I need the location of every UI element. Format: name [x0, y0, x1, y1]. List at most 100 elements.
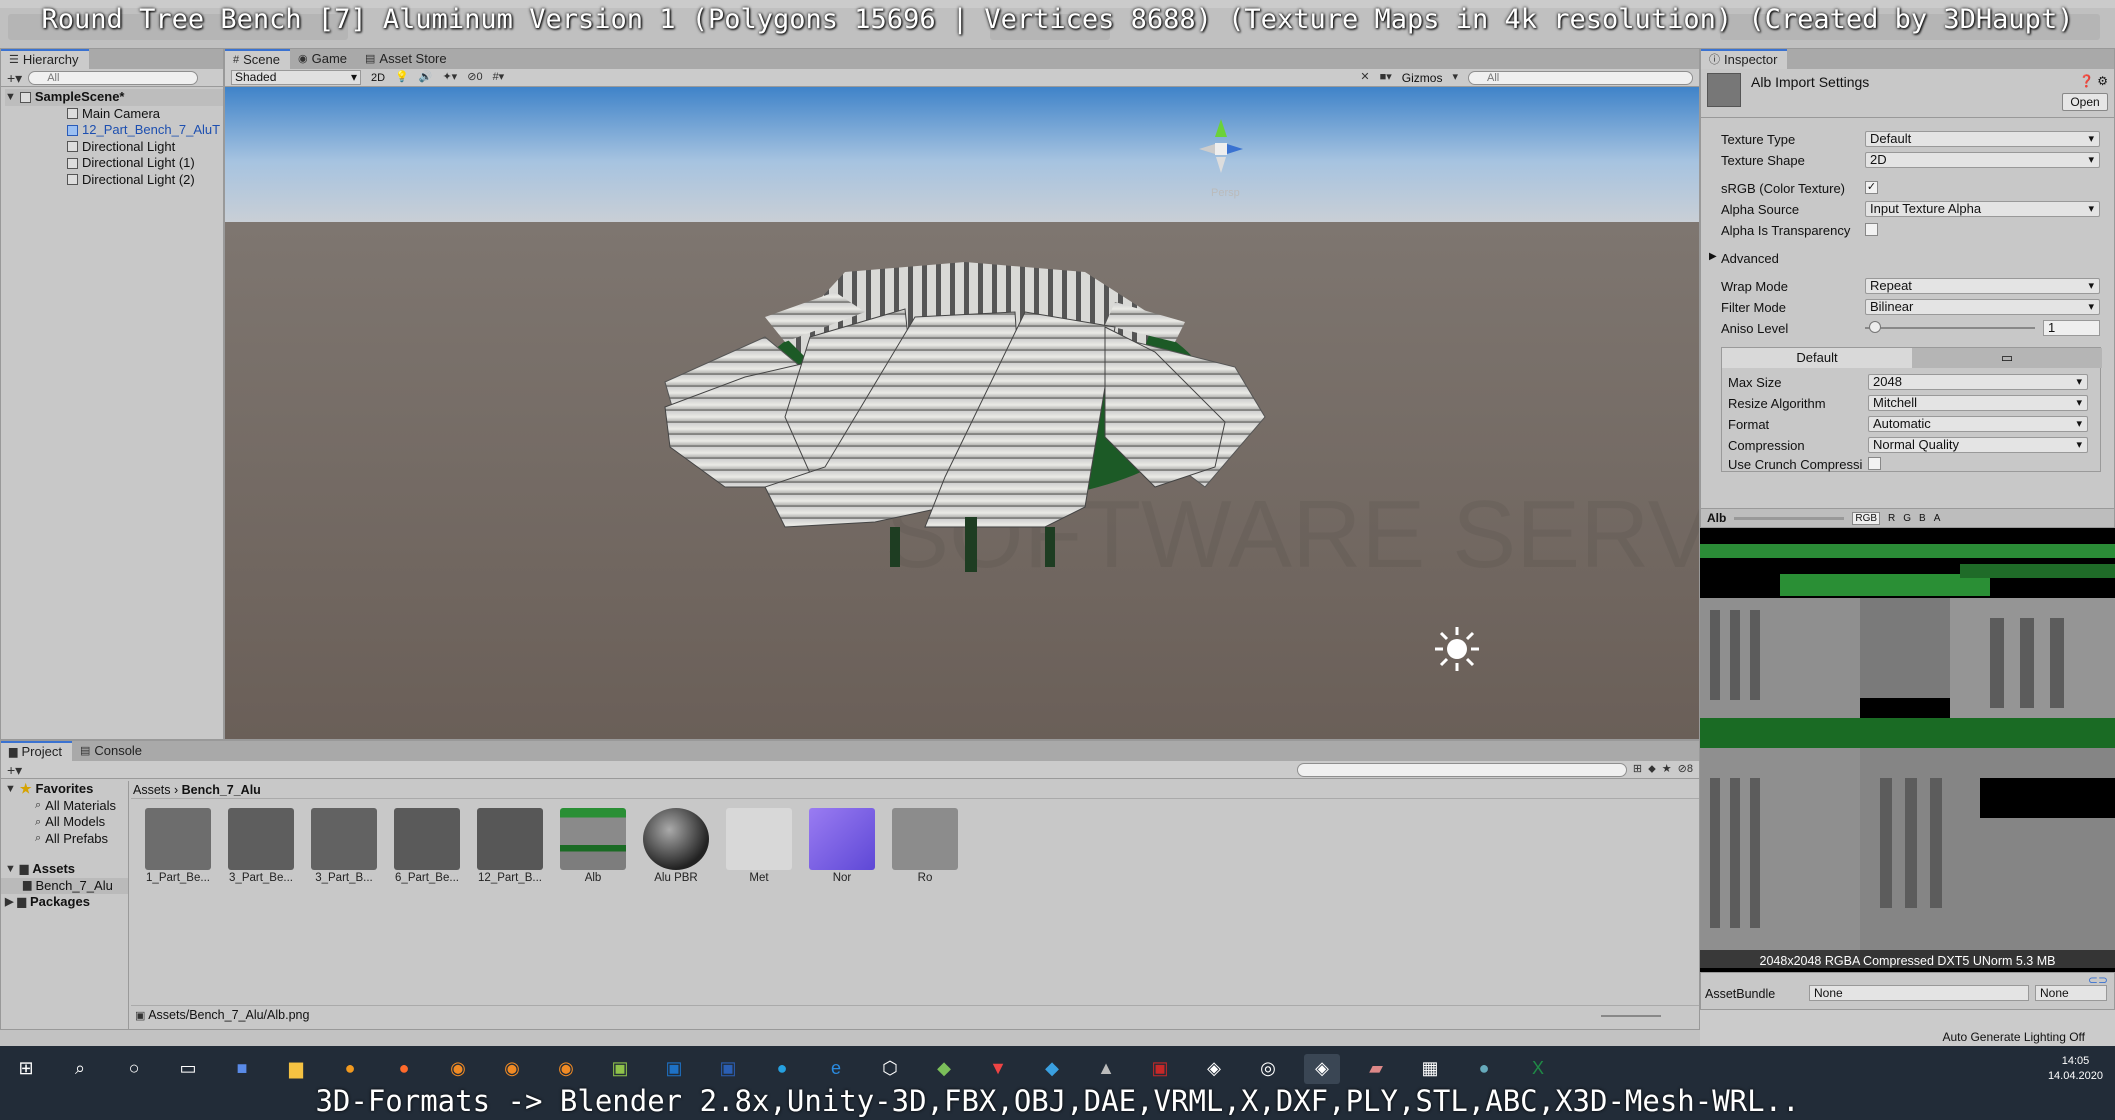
unity-icon[interactable]: ◈ — [1196, 1054, 1232, 1084]
app-icon[interactable]: ● — [332, 1054, 368, 1084]
hierarchy-search-input[interactable]: All — [28, 70, 199, 85]
outlook-icon[interactable]: ▣ — [656, 1054, 692, 1084]
monitor-icon[interactable]: ▭ — [1912, 348, 2102, 368]
asset-folder-item[interactable]: ▆ Bench_7_Alu — [1, 877, 128, 894]
chain-icon[interactable]: ⊂⊃ — [2088, 973, 2108, 987]
explorer-icon[interactable]: ▆ — [278, 1054, 314, 1084]
effects-icon[interactable]: ✦▾ — [442, 72, 457, 83]
hierarchy-item[interactable]: Main Camera — [5, 106, 223, 123]
label-icon[interactable]: ⬥ — [1648, 764, 1656, 775]
shading-mode-dropdown[interactable]: Shaded ▾ — [231, 70, 361, 85]
clock[interactable]: 14:05 14.04.2020 — [2048, 1054, 2103, 1084]
blender-icon[interactable]: ◉ — [440, 1054, 476, 1084]
lighting-icon[interactable]: 💡 — [395, 72, 409, 83]
cortana-icon[interactable]: ○ — [116, 1054, 152, 1084]
windows-start-icon[interactable]: ⊞ — [8, 1054, 44, 1084]
resize-algorithm-dropdown[interactable]: Mitchell — [1868, 395, 2088, 411]
firefox-icon[interactable]: ● — [386, 1054, 422, 1084]
aniso-slider[interactable] — [1865, 327, 2035, 329]
tab-scene[interactable]: # Scene — [225, 49, 290, 69]
search-icon[interactable]: ⌕ — [62, 1054, 98, 1084]
tab-game[interactable]: ◉ Game — [290, 49, 357, 69]
srgb-checkbox[interactable]: ✓ — [1865, 181, 1878, 194]
blender-icon[interactable]: ◉ — [548, 1054, 584, 1084]
project-search-input[interactable] — [1296, 762, 1627, 777]
skype-icon[interactable]: ● — [764, 1054, 800, 1084]
tab-platform-default[interactable]: Default — [1722, 348, 1912, 368]
add-icon[interactable]: +▾ — [7, 763, 22, 777]
breadcrumb-bench[interactable]: Bench_7_Alu — [182, 783, 261, 797]
filter-type-icon[interactable]: ⊞ — [1633, 764, 1642, 775]
excel-icon[interactable]: X — [1520, 1054, 1556, 1084]
calculator-icon[interactable]: ▦ — [1412, 1054, 1448, 1084]
channel-g-button[interactable]: G — [1903, 513, 1911, 524]
tab-console[interactable]: ▤ Console — [72, 741, 152, 761]
asset-thumb[interactable]: 6_Part_Be... — [392, 806, 462, 890]
favorite-item[interactable]: ⌕ All Materials — [1, 798, 128, 815]
app-icon[interactable]: ◎ — [1250, 1054, 1286, 1084]
asset-thumb[interactable]: 12_Part_B... — [475, 806, 545, 890]
app-icon[interactable]: ◆ — [926, 1054, 962, 1084]
hierarchy-item[interactable]: Directional Light — [5, 139, 223, 156]
assetbundle-variant-dropdown[interactable]: None — [2035, 985, 2107, 1001]
crunch-checkbox[interactable] — [1868, 457, 1881, 470]
tab-project[interactable]: ▆ Project — [1, 741, 72, 761]
audio-icon[interactable]: 🔊 — [419, 72, 433, 83]
asset-thumb-selected[interactable]: Alb — [558, 806, 628, 890]
app-icon[interactable]: ▰ — [1358, 1054, 1394, 1084]
scene-viewport[interactable]: SOFTWARE SERVICE JOHN — [225, 87, 1699, 739]
3d-viewer-icon[interactable]: ⬡ — [872, 1054, 908, 1084]
edge-icon[interactable]: e — [818, 1054, 854, 1084]
unity-icon[interactable]: ◈ — [1304, 1053, 1340, 1084]
channel-a-button[interactable]: A — [1934, 513, 1941, 524]
app-icon[interactable]: ▲ — [1088, 1054, 1124, 1084]
tab-hierarchy[interactable]: ☰ Hierarchy — [1, 49, 89, 69]
hierarchy-item[interactable]: Directional Light (2) — [5, 172, 223, 189]
wrap-mode-dropdown[interactable]: Repeat — [1865, 278, 2100, 294]
asset-thumb[interactable]: Nor — [807, 806, 877, 890]
inspector-header-icons[interactable]: ❓ ⚙ — [2079, 74, 2108, 88]
packages-folder[interactable]: ▶ ▆ Packages — [1, 894, 128, 911]
asset-thumb[interactable]: 3_Part_B... — [309, 806, 379, 890]
grid-toggle-icon[interactable]: #▾ — [493, 72, 505, 83]
alpha-source-dropdown[interactable]: Input Texture Alpha — [1865, 201, 2100, 217]
star-icon[interactable]: ★ — [1662, 764, 1672, 775]
scene-row[interactable]: ▼ SampleScene* — [5, 89, 223, 106]
favorite-item[interactable]: ⌕ All Prefabs — [1, 831, 128, 848]
hidden-packages-icon[interactable]: ⊘8 — [1678, 764, 1693, 775]
channel-r-button[interactable]: R — [1888, 513, 1895, 524]
hierarchy-item[interactable]: 12_Part_Bench_7_AluT — [5, 122, 223, 139]
tools-icon[interactable]: ✕ — [1360, 72, 1369, 83]
app-icon[interactable]: ◆ — [1034, 1054, 1070, 1084]
directional-light-icon[interactable] — [1435, 627, 1479, 671]
tab-asset-store[interactable]: ▤ Asset Store — [357, 49, 457, 69]
hidden-objects-icon[interactable]: ⊘0 — [467, 72, 482, 83]
aniso-level-input[interactable]: 1 — [2043, 320, 2100, 336]
add-icon[interactable]: +▾ — [7, 71, 22, 85]
camera-icon[interactable]: ■▾ — [1380, 72, 1392, 83]
texture-shape-dropdown[interactable]: 2D — [1865, 152, 2100, 168]
scene-search-input[interactable]: All — [1468, 70, 1693, 85]
asset-thumb[interactable]: Ro — [890, 806, 960, 890]
asset-thumb[interactable]: 3_Part_Be... — [226, 806, 296, 890]
asset-thumb[interactable]: Alu PBR — [641, 806, 711, 890]
hierarchy-item[interactable]: Directional Light (1) — [5, 155, 223, 172]
breadcrumb-assets[interactable]: Assets — [133, 783, 171, 797]
advanced-foldout[interactable]: ▶ Advanced — [1701, 248, 2114, 268]
access-icon[interactable]: ▣ — [1142, 1054, 1178, 1084]
favorites-folder[interactable]: ▼ ★ Favorites — [1, 781, 128, 798]
app-icon[interactable]: ▼ — [980, 1054, 1016, 1084]
maps-icon[interactable]: ● — [1466, 1054, 1502, 1084]
assetbundle-dropdown[interactable]: None — [1809, 985, 2029, 1001]
app-icon[interactable]: ■ — [224, 1054, 260, 1084]
asset-thumb[interactable]: Met — [724, 806, 794, 890]
alpha-transparency-checkbox[interactable] — [1865, 223, 1878, 236]
open-button[interactable]: Open — [2062, 93, 2108, 111]
asset-thumb[interactable]: 1_Part_Be... — [143, 806, 213, 890]
assets-folder[interactable]: ▼ ▆ Assets — [1, 861, 128, 878]
channel-rgb-button[interactable]: RGB — [1852, 511, 1881, 525]
max-size-dropdown[interactable]: 2048 — [1868, 374, 2088, 390]
thumbnail-size-slider[interactable] — [1601, 1015, 1661, 1017]
filter-mode-dropdown[interactable]: Bilinear — [1865, 299, 2100, 315]
favorite-item[interactable]: ⌕ All Models — [1, 814, 128, 831]
